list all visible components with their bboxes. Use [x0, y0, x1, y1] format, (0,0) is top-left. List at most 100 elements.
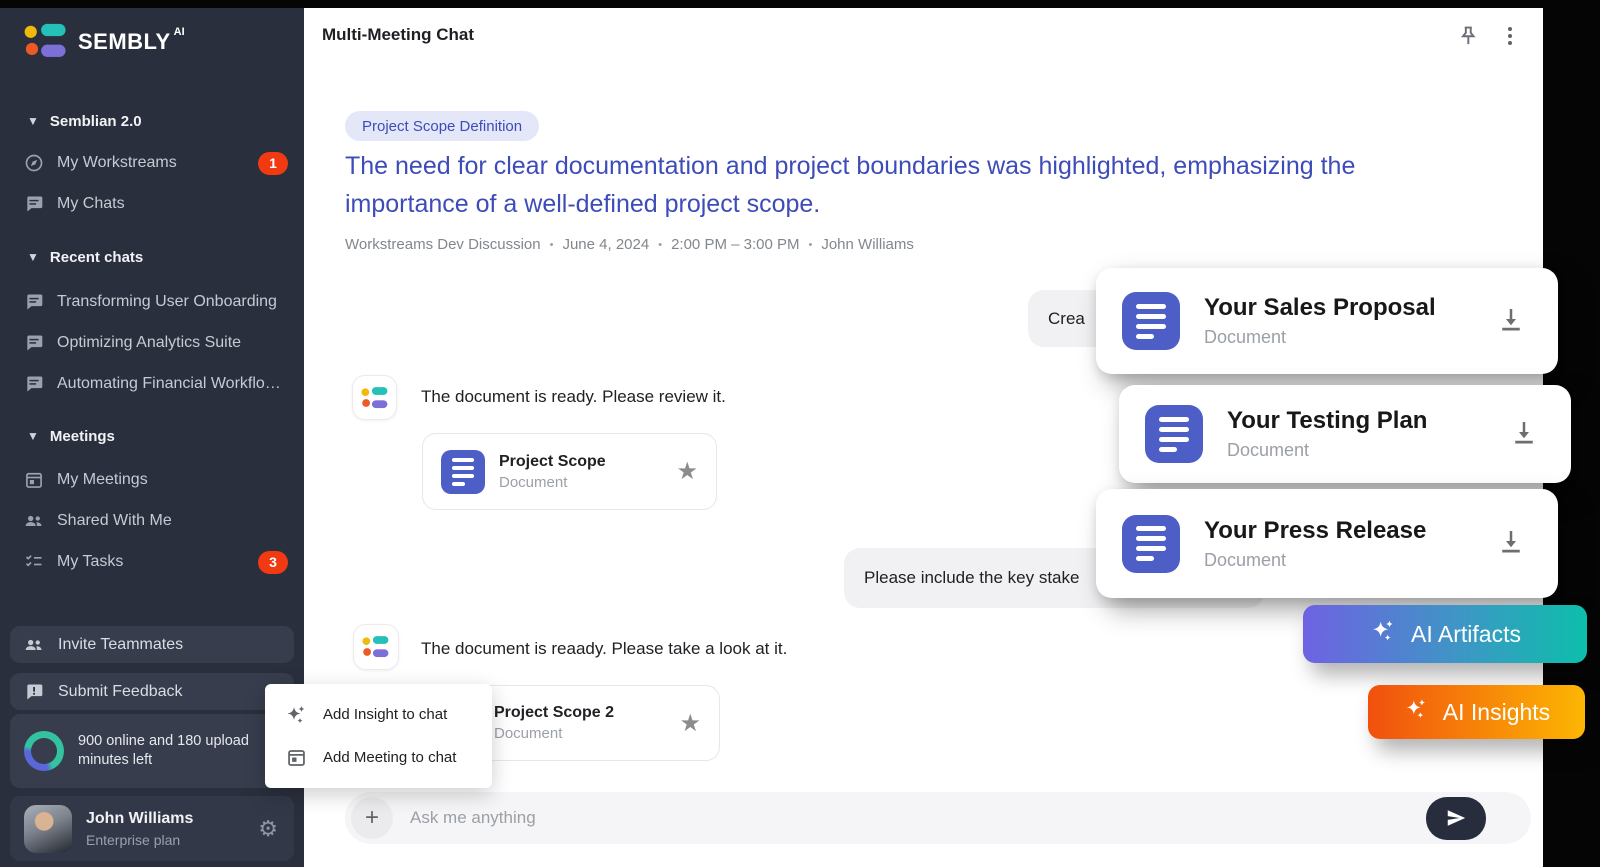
document-type: Document — [499, 474, 606, 491]
calendar-icon — [24, 470, 44, 490]
chevron-down-icon: ▼ — [27, 430, 39, 442]
sparkle-icon — [1369, 617, 1397, 651]
ai-insights-label: AI Insights — [1443, 699, 1550, 726]
sembly-logo-icon — [361, 386, 389, 410]
chat-icon — [24, 333, 44, 353]
sidebar-recent-chat-1[interactable]: Transforming User Onboarding — [0, 285, 304, 319]
usage-text: 900 online and 180 upload minutes left — [78, 732, 258, 770]
feedback-icon — [24, 682, 44, 702]
summary-headline: The need for clear documentation and pro… — [345, 147, 1460, 223]
sidebar-item-my-tasks[interactable]: My Tasks 3 — [0, 545, 304, 579]
meta-owner: John Williams — [821, 236, 914, 253]
artifact-title: Your Press Release — [1204, 517, 1426, 545]
document-title: Project Scope 2 — [494, 704, 614, 722]
sembly-logo: SEMBLYAI — [24, 22, 185, 65]
document-card-project-scope[interactable]: Project Scope Document ★ — [422, 433, 717, 510]
sidebar-recent-chat-3[interactable]: Automating Financial Workflo… — [0, 367, 304, 401]
artifact-title: Your Testing Plan — [1227, 407, 1427, 435]
avatar — [24, 805, 72, 853]
sembly-logo-icon — [362, 635, 390, 659]
document-title: Project Scope — [499, 453, 606, 471]
top-frame — [0, 0, 1600, 8]
download-icon[interactable] — [1496, 304, 1526, 339]
sidebar-recent-chat-2[interactable]: Optimizing Analytics Suite — [0, 326, 304, 360]
sidebar-item-label: My Chats — [57, 195, 125, 213]
sparkle-icon — [284, 703, 308, 727]
user-profile[interactable]: John Williams Enterprise plan ⚙ — [10, 796, 294, 861]
send-icon — [1445, 807, 1467, 829]
submit-feedback-button[interactable]: Submit Feedback — [10, 673, 294, 710]
context-menu: Add Insight to chat Add Meeting to chat — [265, 684, 492, 788]
usage-meter[interactable]: 900 online and 180 upload minutes left — [10, 714, 294, 788]
chat-icon — [24, 374, 44, 394]
bot-avatar — [353, 624, 399, 670]
star-icon[interactable]: ★ — [676, 457, 698, 486]
sidebar-item-my-workstreams[interactable]: My Workstreams 1 — [0, 146, 304, 180]
document-icon — [1122, 292, 1180, 350]
tasks-checklist-icon — [24, 552, 44, 572]
invite-teammates-button[interactable]: Invite Teammates — [10, 626, 294, 663]
meta-date: June 4, 2024 — [562, 236, 649, 253]
brand-ai-sup: AI — [174, 26, 185, 38]
document-icon — [441, 450, 485, 494]
sidebar-item-label: Shared With Me — [57, 512, 172, 530]
plus-icon[interactable]: + — [351, 797, 393, 839]
tasks-badge: 3 — [258, 551, 288, 574]
sidebar-item-shared-with-me[interactable]: Shared With Me — [0, 504, 304, 538]
calendar-icon — [284, 747, 308, 768]
gear-icon[interactable]: ⚙ — [258, 818, 278, 840]
bot-avatar — [352, 375, 397, 420]
ask-input[interactable] — [393, 807, 1426, 829]
artifact-card-testing-plan[interactable]: Your Testing Plan Document — [1119, 385, 1571, 483]
sidebar-item-label: My Workstreams — [57, 154, 177, 172]
usage-progress-ring — [24, 731, 64, 771]
chat-icon — [24, 194, 44, 214]
chat-icon — [24, 292, 44, 312]
sidebar-item-label: My Tasks — [57, 553, 123, 571]
kebab-menu-icon[interactable] — [1500, 24, 1520, 53]
menu-item-label: Add Insight to chat — [323, 706, 447, 723]
topic-chip[interactable]: Project Scope Definition — [345, 111, 539, 141]
user-name: John Williams — [86, 810, 193, 828]
document-icon — [1145, 405, 1203, 463]
section-meetings[interactable]: ▼ Meetings — [0, 421, 304, 451]
sembly-logo-icon — [24, 22, 68, 65]
pin-icon[interactable] — [1455, 23, 1481, 54]
bot-message-2: The document is reaady. Please take a lo… — [421, 639, 787, 659]
submit-feedback-label: Submit Feedback — [58, 683, 183, 701]
sidebar-item-my-chats[interactable]: My Chats — [0, 187, 304, 221]
artifact-type: Document — [1227, 440, 1427, 461]
sparkle-icon — [1403, 696, 1429, 728]
ai-artifacts-label: AI Artifacts — [1411, 621, 1521, 648]
ai-artifacts-button[interactable]: AI Artifacts — [1303, 605, 1587, 663]
brand-name: SEMBLY — [78, 29, 171, 54]
workstreams-badge: 1 — [258, 152, 288, 175]
section-recent-chats[interactable]: ▼ Recent chats — [0, 242, 304, 272]
artifact-type: Document — [1204, 327, 1436, 348]
recent-chat-label: Optimizing Analytics Suite — [57, 334, 241, 352]
document-icon — [1122, 515, 1180, 573]
invite-teammates-label: Invite Teammates — [58, 636, 183, 654]
chevron-down-icon: ▼ — [27, 251, 39, 263]
meta-time: 2:00 PM – 3:00 PM — [671, 236, 799, 253]
ai-insights-button[interactable]: AI Insights — [1368, 685, 1585, 739]
recent-chat-label: Transforming User Onboarding — [57, 293, 277, 311]
download-icon[interactable] — [1509, 417, 1539, 452]
menu-item-add-meeting[interactable]: Add Meeting to chat — [265, 736, 492, 779]
menu-item-add-insight[interactable]: Add Insight to chat — [265, 693, 492, 736]
sidebar-item-my-meetings[interactable]: My Meetings — [0, 463, 304, 497]
artifact-card-press-release[interactable]: Your Press Release Document — [1096, 489, 1558, 598]
section-semblian[interactable]: ▼ Semblian 2.0 — [0, 106, 304, 136]
recent-chat-label: Automating Financial Workflo… — [57, 375, 281, 393]
user-plan: Enterprise plan — [86, 832, 193, 848]
composer: + — [345, 792, 1531, 844]
star-icon[interactable]: ★ — [679, 709, 701, 738]
people-icon — [24, 511, 44, 531]
sembly-app: SEMBLYAI ▼ Semblian 2.0 My Workstreams 1… — [0, 0, 1600, 867]
send-button[interactable] — [1426, 797, 1486, 840]
artifact-card-sales-proposal[interactable]: Your Sales Proposal Document — [1096, 268, 1558, 374]
artifact-title: Your Sales Proposal — [1204, 294, 1436, 322]
meeting-meta: Workstreams Dev Discussion • June 4, 202… — [345, 236, 914, 253]
menu-item-label: Add Meeting to chat — [323, 749, 456, 766]
download-icon[interactable] — [1496, 526, 1526, 561]
